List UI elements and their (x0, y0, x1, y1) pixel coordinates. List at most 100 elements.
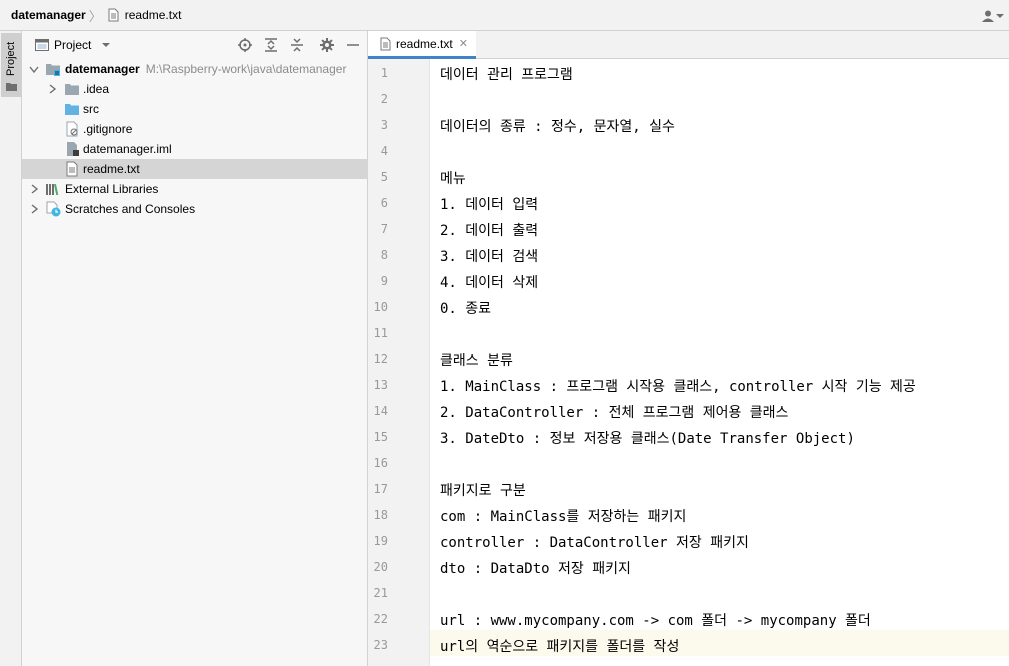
crosshair-icon (238, 38, 252, 52)
code-area[interactable]: 데이터 관리 프로그램데이터의 종류 : 정수, 문자열, 실수메뉴 1. 데이터… (430, 59, 1009, 666)
hide-button[interactable] (345, 37, 361, 53)
tree-node-iml-label: datemanager.iml (83, 142, 172, 156)
code-line[interactable]: url : www.mycompany.com -> com 폴더 -> myc… (440, 610, 871, 630)
expand-all-icon (265, 38, 277, 52)
tree-node-readme-label: readme.txt (83, 162, 140, 176)
project-tab-label: Project (5, 41, 17, 76)
line-number: 18 (373, 508, 388, 522)
chevron-down-icon (29, 66, 39, 74)
line-number: 14 (373, 404, 388, 418)
tree-node-external-libraries-label: External Libraries (65, 182, 159, 196)
module-folder-icon (46, 64, 60, 76)
line-number: 5 (380, 170, 388, 184)
project-view-selector[interactable]: Project (35, 38, 111, 52)
line-number: 4 (380, 144, 388, 158)
line-number: 7 (380, 222, 388, 236)
code-line[interactable]: 2. DataController : 전체 프로그램 제어용 클래스 (440, 402, 788, 422)
editor: readme.txt ✕ 1 2 3 4 5 6 7 8 9 10 11 12 13 14 15 16 17 18… (368, 31, 1009, 666)
tree-node-gitignore-label: .gitignore (83, 122, 133, 136)
chevron-right-icon (31, 184, 39, 194)
text-file-icon (108, 8, 119, 22)
line-number: 15 (373, 430, 388, 444)
tab-readme[interactable]: readme.txt ✕ (368, 31, 476, 59)
line-number: 8 (380, 248, 388, 262)
code-line[interactable]: com : MainClass를 저장하는 패키지 (440, 506, 686, 526)
tree-node-idea[interactable]: .idea (22, 79, 368, 99)
code-line[interactable]: 0. 종료 (440, 298, 491, 318)
code-line[interactable]: 3. DateDto : 정보 저장용 클래스(Date Transfer Ob… (440, 428, 855, 448)
project-panel-header: Project (22, 31, 367, 59)
line-number: 10 (373, 300, 388, 314)
project-window-icon (35, 39, 49, 51)
locate-button[interactable] (237, 37, 253, 53)
code-line[interactable]: url의 역순으로 패키지를 폴더를 작성 (440, 636, 679, 656)
tree-node-iml[interactable]: datemanager.iml (22, 139, 368, 159)
project-panel-title: Project (54, 38, 92, 52)
code-line[interactable]: 3. 데이터 검색 (440, 246, 538, 266)
breadcrumb-project[interactable]: datemanager (11, 8, 86, 22)
breadcrumb-file-label: readme.txt (124, 8, 182, 22)
navigation-bar: datemanager 〉 readme.txt (0, 0, 1009, 31)
minimize-icon (347, 44, 359, 46)
code-line[interactable]: 클래스 분류 (440, 350, 513, 370)
line-number: 12 (373, 352, 388, 366)
code-line[interactable]: 1. MainClass : 프로그램 시작용 클래스, controller … (440, 376, 916, 396)
line-number: 3 (380, 118, 388, 132)
code-line[interactable]: dto : DataDto 저장 패키지 (440, 558, 631, 578)
project-panel-toolbar (227, 37, 361, 53)
chevron-right-icon (31, 204, 39, 214)
line-number-gutter: 1 2 3 4 5 6 7 8 9 10 11 12 13 14 15 16 17 18 19 20 21 22 23 (368, 59, 430, 666)
settings-button[interactable] (319, 37, 335, 53)
editor-tab-bar: readme.txt ✕ (368, 31, 1009, 59)
code-line[interactable]: 패키지로 구분 (440, 480, 526, 500)
line-number: 9 (380, 274, 388, 288)
code-line[interactable]: 2. 데이터 출력 (440, 220, 538, 240)
breadcrumb-separator-icon: 〉 (88, 8, 102, 24)
expand-all-button[interactable] (263, 37, 279, 53)
tab-readme-label: readme.txt (396, 36, 453, 51)
tree-node-label: datemanager M:\Raspberry-work\java\datema… (65, 62, 346, 76)
line-number: 20 (373, 560, 388, 574)
collapse-all-icon (291, 38, 303, 52)
tree-node-gitignore[interactable]: .gitignore (22, 119, 368, 139)
gitignore-file-icon (66, 121, 78, 137)
gear-icon (320, 38, 334, 52)
libraries-icon (46, 183, 59, 196)
tree-node-scratches[interactable]: Scratches and Consoles (22, 199, 368, 219)
collapse-all-button[interactable] (289, 37, 305, 53)
line-number: 17 (373, 482, 388, 496)
tool-window-stripe: Project (0, 31, 22, 666)
source-folder-icon (65, 104, 79, 115)
user-menu-button[interactable] (981, 8, 1005, 24)
line-number: 13 (373, 378, 388, 392)
code-line[interactable]: 데이터 관리 프로그램 (440, 64, 573, 84)
code-line[interactable]: 4. 데이터 삭제 (440, 272, 538, 292)
line-number: 16 (373, 456, 388, 470)
line-number: 21 (373, 586, 388, 600)
tree-node-datemanager[interactable]: datemanager M:\Raspberry-work\java\datema… (22, 59, 368, 79)
tree-node-idea-label: .idea (83, 82, 110, 96)
tree-node-external-libraries[interactable]: External Libraries (22, 179, 368, 199)
project-tool-window-tab[interactable]: Project (1, 33, 21, 97)
folder-icon (65, 84, 79, 95)
tree-node-readme[interactable]: readme.txt (22, 159, 368, 179)
folder-icon (6, 83, 17, 91)
breadcrumb-file[interactable]: readme.txt (106, 8, 182, 22)
code-line[interactable]: 데이터의 종류 : 정수, 문자열, 실수 (440, 116, 675, 136)
tree-node-src[interactable]: src (22, 99, 368, 119)
close-icon[interactable]: ✕ (459, 37, 468, 50)
code-line[interactable]: 1. 데이터 입력 (440, 194, 538, 214)
line-number: 1 (380, 66, 388, 80)
line-number: 11 (373, 326, 388, 340)
scratches-icon (46, 201, 61, 217)
tree-node-datemanager-label: datemanager (65, 62, 140, 76)
text-file-icon (380, 37, 391, 50)
line-number: 19 (373, 534, 388, 548)
text-file-icon (66, 161, 78, 177)
iml-file-icon (67, 142, 79, 156)
chevron-right-icon (49, 84, 57, 94)
code-line[interactable]: 메뉴 (440, 168, 466, 188)
project-tool-window: Project datemanager M:\Raspberry-work\ja… (22, 31, 368, 666)
tree-node-src-label: src (83, 102, 99, 116)
code-line[interactable]: controller : DataController 저장 패키지 (440, 532, 749, 552)
